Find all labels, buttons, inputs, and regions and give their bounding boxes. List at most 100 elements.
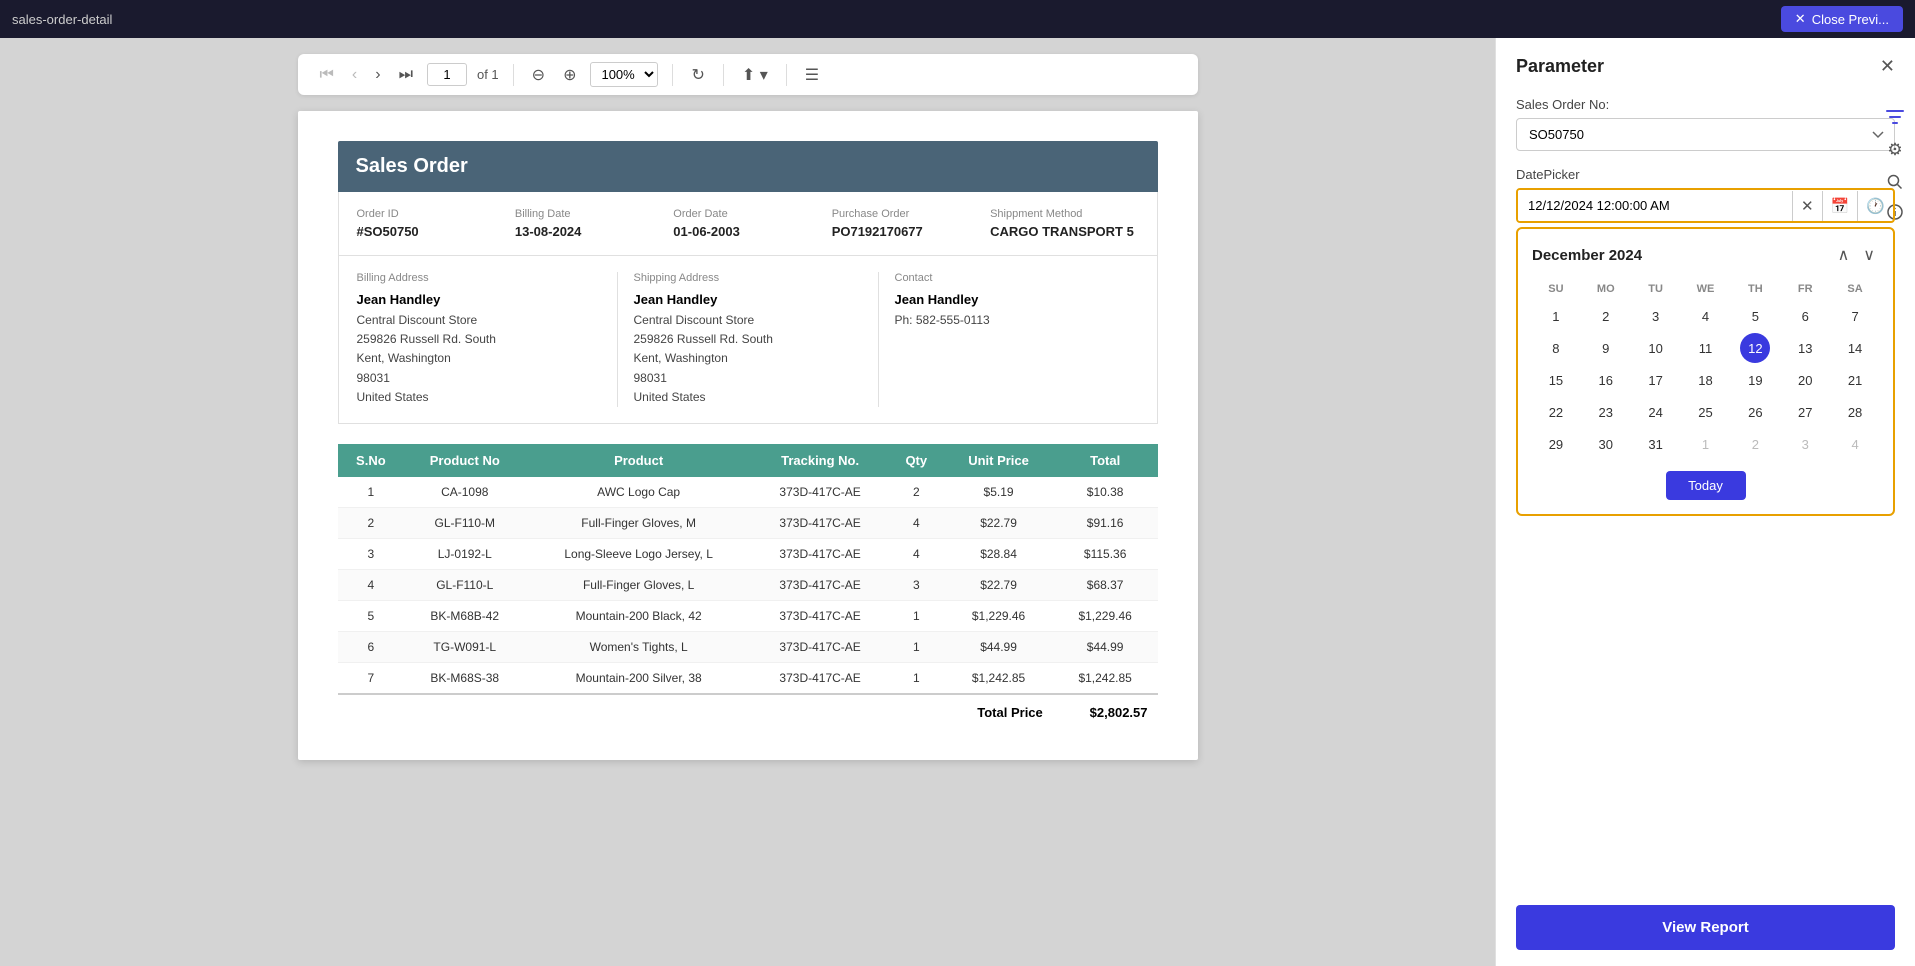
page-input[interactable]: 1 (427, 63, 467, 86)
calendar-dow: TU (1632, 279, 1680, 299)
calendar-day[interactable]: 8 (1541, 333, 1571, 363)
calendar-day[interactable]: 18 (1690, 365, 1720, 395)
calendar-day[interactable]: 24 (1641, 397, 1671, 427)
calendar-day[interactable]: 26 (1740, 397, 1770, 427)
table-cell: BK-M68S-38 (404, 662, 525, 694)
calendar-day[interactable]: 3 (1641, 301, 1671, 331)
calendar-day[interactable]: 23 (1591, 397, 1621, 427)
table-cell: $1,229.46 (1053, 600, 1158, 631)
datepicker-clear-button[interactable]: ✕ (1792, 191, 1822, 221)
view-report-button[interactable]: View Report (1516, 905, 1895, 950)
calendar-day[interactable]: 7 (1840, 301, 1870, 331)
datepicker-calendar-button[interactable]: 📅 (1822, 191, 1858, 221)
table-cell: 5 (338, 600, 405, 631)
separator (513, 64, 514, 86)
calendar-day[interactable]: 21 (1840, 365, 1870, 395)
sales-order-label: Sales Order No: (1516, 97, 1895, 112)
refresh-button[interactable]: ↻ (687, 63, 708, 87)
calendar-day[interactable]: 10 (1641, 333, 1671, 363)
calendar-dow: MO (1582, 279, 1630, 299)
main-layout: ⏮ ‹ › ⏭ 1 of 1 ⊖ ⊕ 100% 50% 75% 125% 150… (0, 38, 1915, 966)
calendar-day[interactable]: 9 (1591, 333, 1621, 363)
sales-order-select[interactable]: SO50750 (1516, 118, 1895, 151)
calendar-day[interactable]: 2 (1740, 429, 1770, 459)
table-cell: GL-F110-M (404, 507, 525, 538)
calendar-day[interactable]: 2 (1591, 301, 1621, 331)
calendar-popup: December 2024 ∧ ∨ SUMOTUWETHFRSA12345678… (1516, 227, 1895, 516)
calendar-day[interactable]: 4 (1690, 301, 1720, 331)
settings-icon-button[interactable]: ⚙ (1883, 140, 1907, 160)
param-close-button[interactable]: ✕ (1880, 56, 1895, 77)
close-preview-button[interactable]: ✕ Close Previ... (1781, 6, 1903, 32)
calendar-day[interactable]: 1 (1690, 429, 1720, 459)
total-label: Total Price (338, 694, 1053, 730)
calendar-day[interactable]: 31 (1641, 429, 1671, 459)
table-cell: $91.16 (1053, 507, 1158, 538)
table-cell: 4 (338, 569, 405, 600)
prev-page-button[interactable]: ‹ (348, 64, 361, 86)
table-cell: $22.79 (944, 569, 1052, 600)
toolbar: ⏮ ‹ › ⏭ 1 of 1 ⊖ ⊕ 100% 50% 75% 125% 150… (298, 54, 1198, 95)
calendar-dow: TH (1731, 279, 1779, 299)
calendar-day[interactable]: 29 (1541, 429, 1571, 459)
table-cell: $115.36 (1053, 538, 1158, 569)
first-page-button[interactable]: ⏮ (316, 64, 338, 86)
last-page-button[interactable]: ⏭ (395, 64, 417, 86)
filter-icon-button[interactable] (1883, 108, 1907, 126)
calendar-day[interactable]: 22 (1541, 397, 1571, 427)
calendar-day[interactable]: 13 (1790, 333, 1820, 363)
calendar-day[interactable]: 12 (1740, 333, 1770, 363)
table-cell: 2 (888, 477, 944, 508)
zoom-select[interactable]: 100% 50% 75% 125% 150% 200% (590, 62, 658, 87)
calendar-day[interactable]: 14 (1840, 333, 1870, 363)
calendar-nav: ∧ ∨ (1834, 243, 1879, 267)
calendar-day[interactable]: 4 (1840, 429, 1870, 459)
datepicker-wrapper: 12/12/2024 12:00:00 AM ✕ 📅 🕐 December 20… (1516, 188, 1895, 516)
calendar-day[interactable]: 3 (1790, 429, 1820, 459)
calendar-day[interactable]: 27 (1790, 397, 1820, 427)
view-button[interactable]: ☰ (801, 63, 823, 87)
total-value: $2,802.57 (1053, 694, 1158, 730)
calendar-day[interactable]: 20 (1790, 365, 1820, 395)
calendar-day[interactable]: 6 (1790, 301, 1820, 331)
calendar-day[interactable]: 17 (1641, 365, 1671, 395)
table-cell: $10.38 (1053, 477, 1158, 508)
table-cell: $22.79 (944, 507, 1052, 538)
calendar-today-button[interactable]: Today (1666, 471, 1746, 500)
next-page-button[interactable]: › (371, 64, 384, 86)
table-cell: 1 (338, 477, 405, 508)
table-cell: AWC Logo Cap (525, 477, 752, 508)
table-cell: 3 (338, 538, 405, 569)
export-button[interactable]: ⬆ ▾ (738, 63, 772, 87)
table-cell: 373D-417C-AE (752, 631, 888, 662)
zoom-in-button[interactable]: ⊕ (559, 63, 580, 87)
calendar-day[interactable]: 15 (1541, 365, 1571, 395)
table-cell: 1 (888, 662, 944, 694)
calendar-day[interactable]: 19 (1740, 365, 1770, 395)
table-cell: Full-Finger Gloves, L (525, 569, 752, 600)
calendar-day[interactable]: 16 (1591, 365, 1621, 395)
calendar-prev-button[interactable]: ∧ (1834, 243, 1854, 267)
calendar-grid: SUMOTUWETHFRSA12345678910111213141516171… (1532, 279, 1879, 459)
table-cell: 373D-417C-AE (752, 569, 888, 600)
table-cell: 373D-417C-AE (752, 538, 888, 569)
datepicker-input-row: 12/12/2024 12:00:00 AM ✕ 📅 🕐 (1516, 188, 1895, 223)
calendar-day[interactable]: 30 (1591, 429, 1621, 459)
table-row: 6TG-W091-LWomen's Tights, L373D-417C-AE1… (338, 631, 1158, 662)
table-cell: $1,242.85 (944, 662, 1052, 694)
table-cell: $1,229.46 (944, 600, 1052, 631)
datepicker-clock-button[interactable]: 🕐 (1857, 191, 1893, 221)
calendar-header: December 2024 ∧ ∨ (1532, 243, 1879, 267)
datepicker-input[interactable]: 12/12/2024 12:00:00 AM (1518, 190, 1792, 221)
table-cell: $68.37 (1053, 569, 1158, 600)
calendar-day[interactable]: 5 (1740, 301, 1770, 331)
table-cell: 6 (338, 631, 405, 662)
table-cell: 373D-417C-AE (752, 600, 888, 631)
calendar-next-button[interactable]: ∨ (1859, 243, 1879, 267)
param-header: Parameter ✕ (1516, 56, 1895, 77)
calendar-day[interactable]: 25 (1690, 397, 1720, 427)
calendar-day[interactable]: 28 (1840, 397, 1870, 427)
calendar-day[interactable]: 11 (1690, 333, 1720, 363)
zoom-out-button[interactable]: ⊖ (528, 63, 549, 87)
calendar-day[interactable]: 1 (1541, 301, 1571, 331)
